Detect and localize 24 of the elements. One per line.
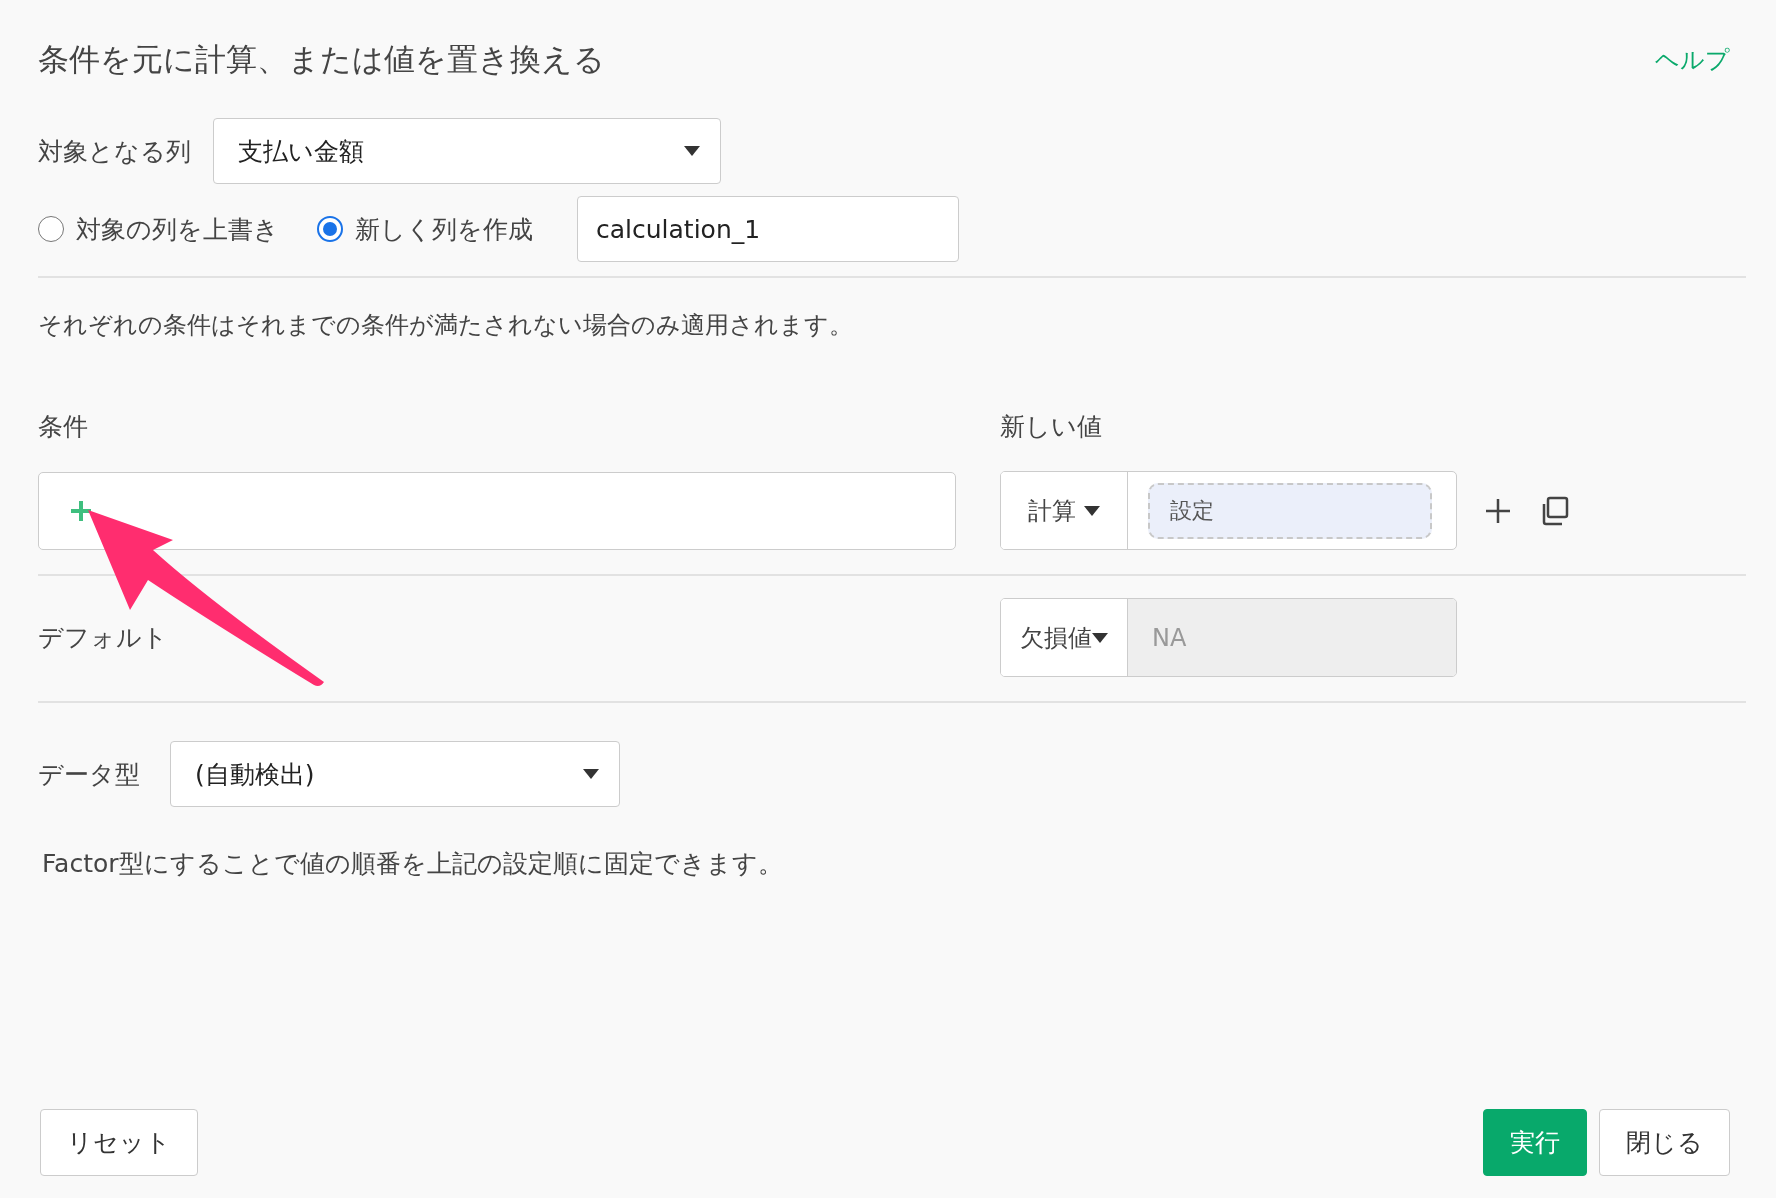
radio-option[interactable]: 新しく列を作成 xyxy=(317,212,533,246)
radio-icon[interactable] xyxy=(317,216,343,242)
data-type-select[interactable]: (自動検出) xyxy=(170,741,620,807)
new-value-header: 新しい値 xyxy=(1000,411,1103,443)
factor-note: Factor型にすることで値の順番を上記の設定順に固定できます。 xyxy=(42,847,783,880)
conditions-header: 条件 xyxy=(38,411,89,443)
data-type-label: データ型 xyxy=(38,758,140,791)
target-column-select[interactable]: 支払い金額 xyxy=(213,118,721,184)
default-label: デフォルト xyxy=(38,622,169,654)
condition-field[interactable] xyxy=(38,471,956,550)
value-type-dropdown[interactable]: 計算 xyxy=(1001,472,1128,549)
caret-icon xyxy=(684,146,700,156)
dialog-title: 条件を元に計算、または値を置き換える xyxy=(38,40,605,79)
caret-icon xyxy=(583,769,599,779)
secondary-button[interactable]: リセット xyxy=(40,1109,198,1176)
new-column-name-field[interactable]: calculation_1 xyxy=(577,196,959,262)
caret-icon xyxy=(1084,505,1100,516)
radio-icon[interactable] xyxy=(38,216,64,242)
target-column-label: 対象となる列 xyxy=(38,135,191,168)
secondary-button[interactable]: 閉じる xyxy=(1599,1109,1730,1176)
conditions-note: それぞれの条件はそれまでの条件が満たされない場合のみ適用されます。 xyxy=(38,310,853,341)
set-value-button[interactable]: 設定 xyxy=(1148,482,1432,539)
radio-option[interactable]: 対象の列を上書き xyxy=(38,212,279,246)
add-icon[interactable] xyxy=(1485,497,1511,524)
